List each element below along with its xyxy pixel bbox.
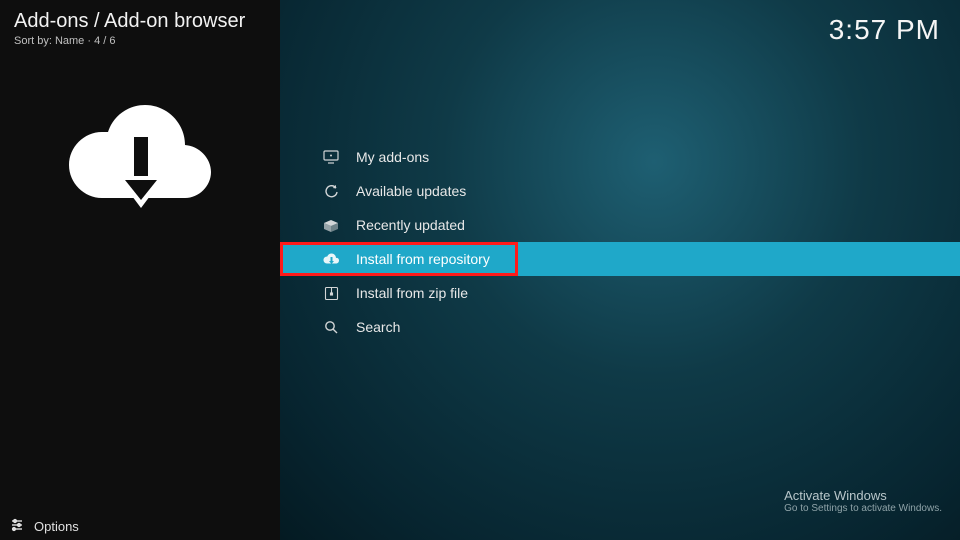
activate-windows-watermark: Activate Windows Go to Settings to activ…	[784, 488, 942, 514]
menu-list: My add-ons Available updates Recentl	[280, 140, 960, 344]
menu-item-label: My add-ons	[356, 149, 429, 165]
menu-item-recently-updated[interactable]: Recently updated	[280, 208, 960, 242]
main-panel: 3:57 PM My add-ons Available updates	[280, 0, 960, 540]
sliders-icon	[10, 518, 24, 535]
options-button[interactable]: Options	[0, 512, 280, 540]
menu-item-my-addons[interactable]: My add-ons	[280, 140, 960, 174]
activate-title: Activate Windows	[784, 488, 942, 503]
menu-item-available-updates[interactable]: Available updates	[280, 174, 960, 208]
box-open-icon	[320, 218, 342, 232]
monitor-icon	[320, 150, 342, 164]
activate-subtitle: Go to Settings to activate Windows.	[784, 503, 942, 514]
cloud-download-icon	[320, 252, 342, 266]
clock: 3:57 PM	[829, 14, 940, 46]
menu-item-label: Install from zip file	[356, 285, 468, 301]
zip-file-icon	[320, 286, 342, 301]
breadcrumb: Add-ons / Add-on browser	[14, 10, 245, 33]
menu-item-label: Available updates	[356, 183, 466, 199]
menu-item-label: Search	[356, 319, 400, 335]
refresh-icon	[320, 184, 342, 199]
menu-item-install-from-repository[interactable]: Install from repository	[280, 242, 960, 276]
menu-item-search[interactable]: Search	[280, 310, 960, 344]
search-icon	[320, 320, 342, 335]
cloud-download-hero-icon	[55, 90, 225, 230]
sort-line: Sort by: Name · 4 / 6	[14, 35, 115, 47]
menu-item-label: Install from repository	[356, 251, 490, 267]
menu-item-install-from-zip[interactable]: Install from zip file	[280, 276, 960, 310]
options-label: Options	[34, 519, 79, 534]
sidebar: Add-ons / Add-on browser Sort by: Name ·…	[0, 0, 280, 540]
menu-item-label: Recently updated	[356, 217, 465, 233]
